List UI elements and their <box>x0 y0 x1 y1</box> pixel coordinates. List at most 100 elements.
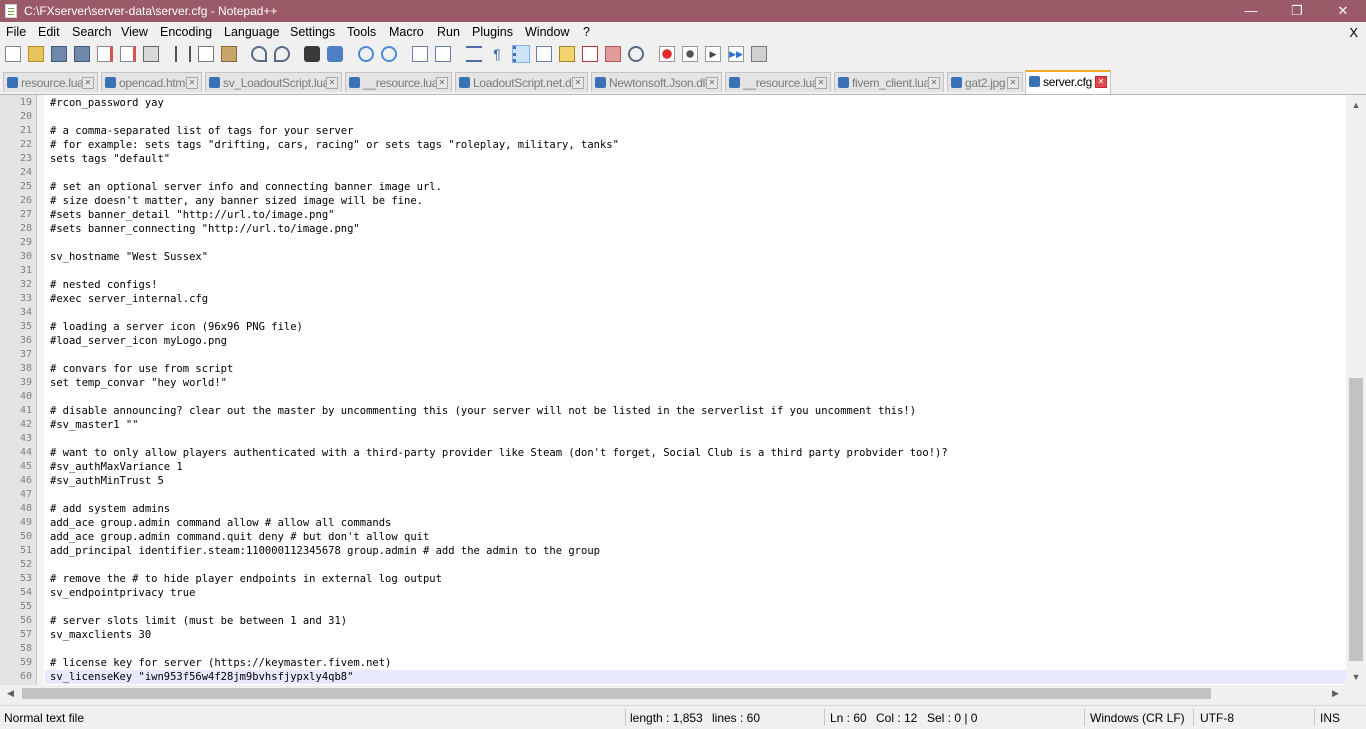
copy-icon[interactable] <box>198 46 214 62</box>
tab-close-icon[interactable]: ✕ <box>82 77 94 89</box>
save-all-icon[interactable] <box>74 46 90 62</box>
code-line[interactable]: sv_licenseKey "iwn953f56w4f28jm9bvhsfjyp… <box>50 671 353 683</box>
vertical-scrollbar[interactable]: ▲ ▼ <box>1346 95 1366 685</box>
menu-encoding[interactable]: Encoding <box>160 25 212 39</box>
code-line[interactable]: sv_endpointprivacy true <box>50 587 195 599</box>
code-line[interactable]: #sv_authMaxVariance 1 <box>50 461 183 473</box>
tab-close-icon[interactable]: ✕ <box>186 77 198 89</box>
folder-workspace-icon[interactable] <box>605 46 621 62</box>
code-line[interactable]: # disable announcing? clear out the mast… <box>50 405 916 417</box>
tab-fivem-client-lua[interactable]: fivem_client.lua ✕ <box>834 72 944 92</box>
code-line[interactable]: # a comma-separated list of tags for you… <box>50 125 353 137</box>
menu-plugins[interactable]: Plugins <box>472 25 513 39</box>
code-line[interactable]: #sv_authMinTrust 5 <box>50 475 164 487</box>
code-line[interactable]: # nested configs! <box>50 279 157 291</box>
tab-close-icon[interactable]: ✕ <box>928 77 940 89</box>
tab-close-icon[interactable]: ✕ <box>1007 77 1019 89</box>
tab-loadoutscript-dll[interactable]: LoadoutScript.net.dll ✕ <box>455 72 588 92</box>
code-line[interactable]: # want to only allow players authenticat… <box>50 447 948 459</box>
status-encoding[interactable]: UTF-8 <box>1200 711 1234 725</box>
code-line[interactable]: # size doesn't matter, any banner sized … <box>50 195 423 207</box>
tab-opencad-html[interactable]: opencad.html ✕ <box>101 72 202 92</box>
stop-recording-icon[interactable] <box>682 46 698 62</box>
scroll-left-icon[interactable]: ◀ <box>2 685 19 702</box>
scroll-down-icon[interactable]: ▼ <box>1346 669 1366 685</box>
save-macro-icon[interactable] <box>751 46 767 62</box>
menu-help[interactable]: ? <box>583 25 590 39</box>
find-icon[interactable] <box>304 46 320 62</box>
print-icon[interactable] <box>143 46 159 62</box>
open-file-icon[interactable] <box>28 46 44 62</box>
menu-file[interactable]: File <box>6 25 26 39</box>
code-line[interactable]: # for example: sets tags "drifting, cars… <box>50 139 619 151</box>
menu-edit[interactable]: Edit <box>38 25 60 39</box>
tab-resource-lua[interactable]: resource.lua ✕ <box>3 72 98 92</box>
tab-resource-lua-2[interactable]: __resource.lua ✕ <box>345 72 452 92</box>
code-line[interactable]: # remove the # to hide player endpoints … <box>50 573 442 585</box>
tab-server-cfg[interactable]: server.cfg ✕ <box>1025 70 1111 94</box>
zoom-in-icon[interactable] <box>358 46 374 62</box>
scroll-up-icon[interactable]: ▲ <box>1346 97 1366 113</box>
code-line[interactable]: add_ace group.admin command allow # allo… <box>50 517 391 529</box>
playback-macro-icon[interactable]: ▶ <box>705 46 721 62</box>
menu-macro[interactable]: Macro <box>389 25 424 39</box>
menu-run[interactable]: Run <box>437 25 460 39</box>
user-defined-language-icon[interactable] <box>536 46 552 62</box>
code-line[interactable]: #rcon_password yay <box>50 97 164 109</box>
menu-window[interactable]: Window <box>525 25 569 39</box>
code-line[interactable]: #exec server_internal.cfg <box>50 293 208 305</box>
code-line[interactable]: # convars for use from script <box>50 363 233 375</box>
menu-tools[interactable]: Tools <box>347 25 376 39</box>
monitoring-icon[interactable] <box>628 46 644 62</box>
code-line[interactable]: set temp_convar "hey world!" <box>50 377 227 389</box>
tab-sv-loadoutscript-lua[interactable]: sv_LoadoutScript.lua ✕ <box>205 72 342 92</box>
cut-icon[interactable] <box>175 46 191 62</box>
tab-newtonsoft-json-dll[interactable]: Newtonsoft.Json.dll ✕ <box>591 72 722 92</box>
show-all-chars-icon[interactable]: ¶ <box>489 46 505 62</box>
replace-icon[interactable] <box>327 46 343 62</box>
code-line[interactable]: sets tags "default" <box>50 153 170 165</box>
tab-resource-lua-3[interactable]: __resource.lua ✕ <box>725 72 831 92</box>
close-all-icon[interactable] <box>120 46 136 62</box>
vertical-scroll-thumb[interactable] <box>1349 378 1363 661</box>
tab-close-icon[interactable]: ✕ <box>706 77 718 89</box>
save-icon[interactable] <box>51 46 67 62</box>
sync-vertical-icon[interactable] <box>412 46 428 62</box>
indent-guide-icon[interactable] <box>512 45 530 63</box>
tab-close-icon[interactable]: ✕ <box>1095 76 1107 88</box>
horizontal-scroll-thumb[interactable] <box>22 688 1211 699</box>
code-line[interactable]: # license key for server (https://keymas… <box>50 657 391 669</box>
redo-icon[interactable] <box>274 46 290 62</box>
menu-search[interactable]: Search <box>72 25 112 39</box>
document-map-icon[interactable] <box>559 46 575 62</box>
code-line[interactable]: # server slots limit (must be between 1 … <box>50 615 347 627</box>
code-line[interactable]: sv_maxclients 30 <box>50 629 151 641</box>
code-line[interactable]: #sets banner_connecting "http://url.to/i… <box>50 223 360 235</box>
menu-language[interactable]: Language <box>224 25 280 39</box>
code-line[interactable]: add_ace group.admin command.quit deny # … <box>50 531 429 543</box>
sync-horizontal-icon[interactable] <box>435 46 451 62</box>
function-list-icon[interactable] <box>582 46 598 62</box>
tab-close-icon[interactable]: ✕ <box>815 77 827 89</box>
editor-area[interactable]: #rcon_password yay # a comma-separated li… <box>0 95 1346 685</box>
menu-settings[interactable]: Settings <box>290 25 335 39</box>
fold-margin[interactable] <box>37 95 44 685</box>
status-eol[interactable]: Windows (CR LF) <box>1090 711 1185 725</box>
code-line[interactable]: # loading a server icon (96x96 PNG file) <box>50 321 303 333</box>
record-macro-icon[interactable] <box>659 46 675 62</box>
new-file-icon[interactable] <box>5 46 21 62</box>
close-document-button[interactable]: X <box>1349 25 1358 40</box>
code-line[interactable]: sv_hostname "West Sussex" <box>50 251 208 263</box>
undo-icon[interactable] <box>251 46 267 62</box>
word-wrap-icon[interactable] <box>466 46 482 62</box>
menu-view[interactable]: View <box>121 25 148 39</box>
zoom-out-icon[interactable] <box>381 46 397 62</box>
scroll-right-icon[interactable]: ▶ <box>1327 685 1344 702</box>
code-line[interactable]: #sets banner_detail "http://url.to/image… <box>50 209 334 221</box>
tab-close-icon[interactable]: ✕ <box>436 77 448 89</box>
close-icon[interactable] <box>97 46 113 62</box>
horizontal-scrollbar[interactable]: ◀ ▶ <box>0 685 1346 702</box>
tab-gat2-jpg[interactable]: gat2.jpg ✕ <box>947 72 1023 92</box>
code-line[interactable]: #sv_master1 "" <box>50 419 139 431</box>
minimize-button[interactable]: — <box>1228 0 1274 22</box>
